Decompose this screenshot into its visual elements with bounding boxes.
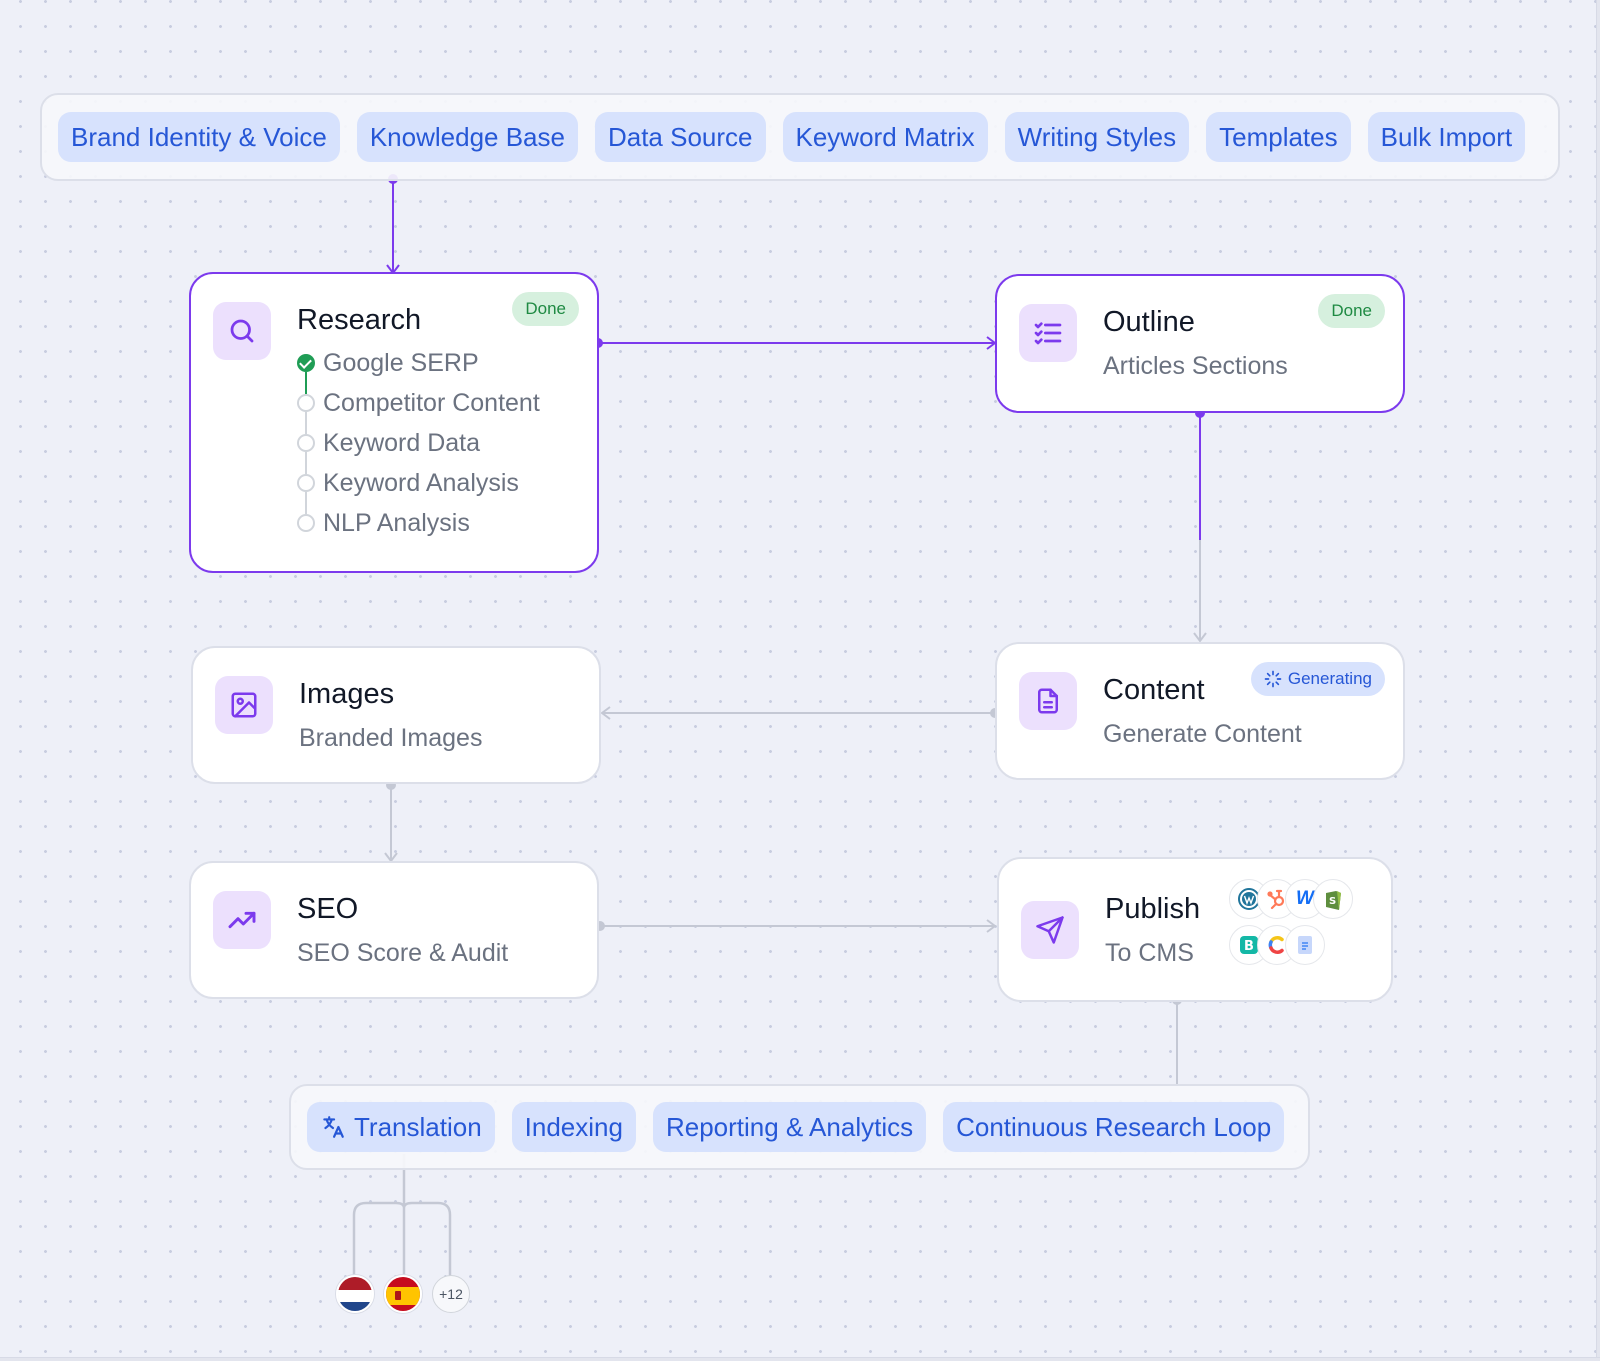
pill-translation[interactable]: Translation bbox=[307, 1102, 495, 1152]
content-title: Content bbox=[1103, 674, 1205, 706]
research-title: Research bbox=[297, 304, 422, 336]
outline-subtitle: Articles Sections bbox=[1103, 352, 1288, 380]
pill-indexing[interactable]: Indexing bbox=[511, 1102, 636, 1152]
translate-icon bbox=[323, 1116, 344, 1138]
more-languages-badge[interactable]: +12 bbox=[432, 1275, 470, 1313]
check-icon bbox=[297, 354, 315, 372]
images-title: Images bbox=[299, 678, 395, 710]
research-step: Keyword Data bbox=[297, 428, 540, 474]
connector-translation-flags bbox=[352, 1154, 452, 1278]
research-steps: Google SERP Competitor Content Keyword D… bbox=[297, 348, 540, 548]
pill-templates[interactable]: Templates bbox=[1206, 112, 1351, 162]
spain-flag bbox=[384, 1275, 422, 1313]
netherlands-flag bbox=[336, 1275, 374, 1313]
trending-up-icon bbox=[213, 891, 271, 949]
publish-title: Publish bbox=[1105, 893, 1201, 925]
research-step: Google SERP bbox=[297, 348, 540, 394]
loader-icon bbox=[1264, 670, 1282, 688]
research-card[interactable]: Research Done Google SERP Competitor Con… bbox=[189, 272, 599, 573]
seo-subtitle: SEO Score & Audit bbox=[297, 939, 509, 967]
content-status-badge: Generating bbox=[1250, 662, 1385, 696]
publish-subtitle: To CMS bbox=[1105, 939, 1194, 967]
research-status-badge: Done bbox=[512, 292, 579, 326]
content-card[interactable]: Content Generate Content Generating bbox=[995, 642, 1405, 780]
google-docs-icon bbox=[1285, 925, 1325, 965]
research-step: Competitor Content bbox=[297, 388, 540, 434]
pill-data-source[interactable]: Data Source bbox=[594, 112, 766, 162]
search-icon bbox=[213, 302, 271, 360]
pill-bulk-import[interactable]: Bulk Import bbox=[1367, 112, 1526, 162]
top-tools-bar: Brand Identity & Voice Knowledge Base Da… bbox=[40, 93, 1560, 181]
pending-dot-icon bbox=[297, 434, 315, 452]
cms-logos: W S B bbox=[1229, 879, 1359, 971]
pill-continuous-research[interactable]: Continuous Research Loop bbox=[943, 1102, 1285, 1152]
pill-knowledge-base[interactable]: Knowledge Base bbox=[356, 112, 578, 162]
pending-dot-icon bbox=[297, 474, 315, 492]
send-icon bbox=[1021, 901, 1079, 959]
document-icon bbox=[1019, 672, 1077, 730]
seo-card[interactable]: SEO SEO Score & Audit bbox=[189, 861, 599, 999]
outline-card[interactable]: Outline Articles Sections Done bbox=[995, 274, 1405, 413]
pending-dot-icon bbox=[297, 514, 315, 532]
shopify-icon: S bbox=[1313, 879, 1353, 919]
pill-reporting-analytics[interactable]: Reporting & Analytics bbox=[652, 1102, 927, 1152]
images-subtitle: Branded Images bbox=[299, 724, 483, 752]
checklist-icon bbox=[1019, 304, 1077, 362]
seo-title: SEO bbox=[297, 893, 359, 925]
pending-dot-icon bbox=[297, 394, 315, 412]
research-step: NLP Analysis bbox=[297, 508, 540, 548]
pill-brand-identity[interactable]: Brand Identity & Voice bbox=[58, 112, 340, 162]
pill-keyword-matrix[interactable]: Keyword Matrix bbox=[782, 112, 988, 162]
outline-title: Outline bbox=[1103, 306, 1195, 338]
images-card[interactable]: Images Branded Images bbox=[191, 646, 601, 784]
svg-text:B: B bbox=[1244, 939, 1254, 954]
image-icon bbox=[215, 676, 273, 734]
svg-text:S: S bbox=[1329, 896, 1336, 907]
publish-card[interactable]: Publish To CMS W S B bbox=[997, 857, 1393, 1002]
research-step: Keyword Analysis bbox=[297, 468, 540, 514]
pill-writing-styles[interactable]: Writing Styles bbox=[1004, 112, 1190, 162]
outline-status-badge: Done bbox=[1318, 294, 1385, 328]
content-subtitle: Generate Content bbox=[1103, 720, 1302, 748]
bottom-tools-bar: Translation Indexing Reporting & Analyti… bbox=[289, 1084, 1310, 1170]
